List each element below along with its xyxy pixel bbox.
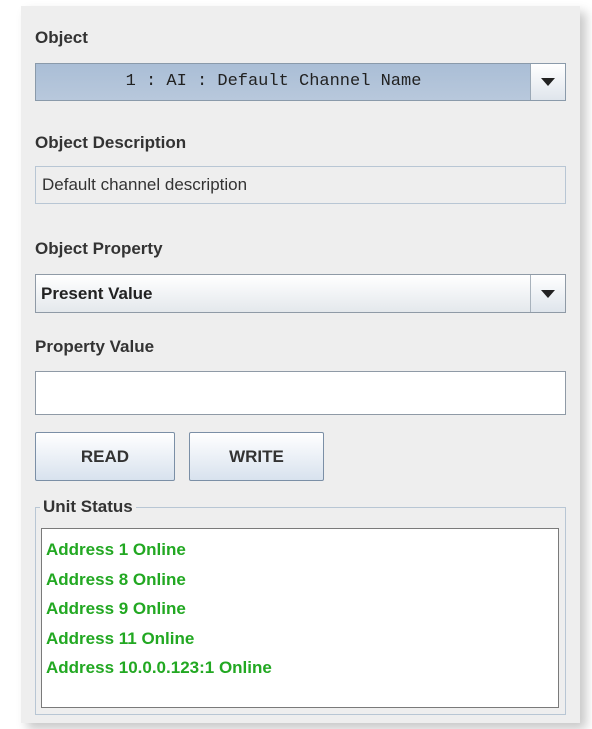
- object-property-select[interactable]: Present Value: [35, 274, 566, 313]
- status-line: Address 10.0.0.123:1 Online: [46, 658, 272, 677]
- object-description-label: Object Description: [35, 133, 187, 152]
- unit-status-list[interactable]: Address 1 Online Address 8 Online Addres…: [41, 528, 559, 708]
- object-select[interactable]: 1 : AI : Default Channel Name: [35, 63, 566, 101]
- unit-status-group: Unit Status Address 1 Online Address 8 O…: [35, 497, 566, 715]
- chevron-down-icon: [541, 78, 555, 86]
- unit-status-label: Unit Status: [40, 497, 136, 517]
- property-value-input[interactable]: [35, 371, 566, 415]
- read-button[interactable]: READ: [35, 432, 175, 481]
- chevron-down-icon: [541, 289, 555, 298]
- property-value-label: Property Value: [35, 337, 155, 356]
- status-line: Address 1 Online: [46, 540, 186, 559]
- status-line: Address 11 Online: [46, 628, 195, 648]
- object-description-value: Default channel description: [42, 175, 248, 194]
- object-property-label: Object Property: [35, 239, 163, 258]
- device-panel: Object 1 : AI : Default Channel Name Obj…: [21, 6, 580, 723]
- write-button[interactable]: WRITE: [189, 432, 324, 481]
- object-description-field: Default channel description: [35, 166, 566, 204]
- object-property-value: Present Value: [41, 284, 153, 303]
- object-select-value: 1 : AI : Default Channel Name: [125, 72, 422, 91]
- object-dropdown-button[interactable]: [530, 64, 565, 100]
- object-property-dropdown-button[interactable]: [530, 275, 565, 312]
- object-label: Object: [35, 28, 88, 47]
- status-line: Address 9 Online: [46, 599, 186, 618]
- status-line: Address 8 Online: [46, 569, 186, 589]
